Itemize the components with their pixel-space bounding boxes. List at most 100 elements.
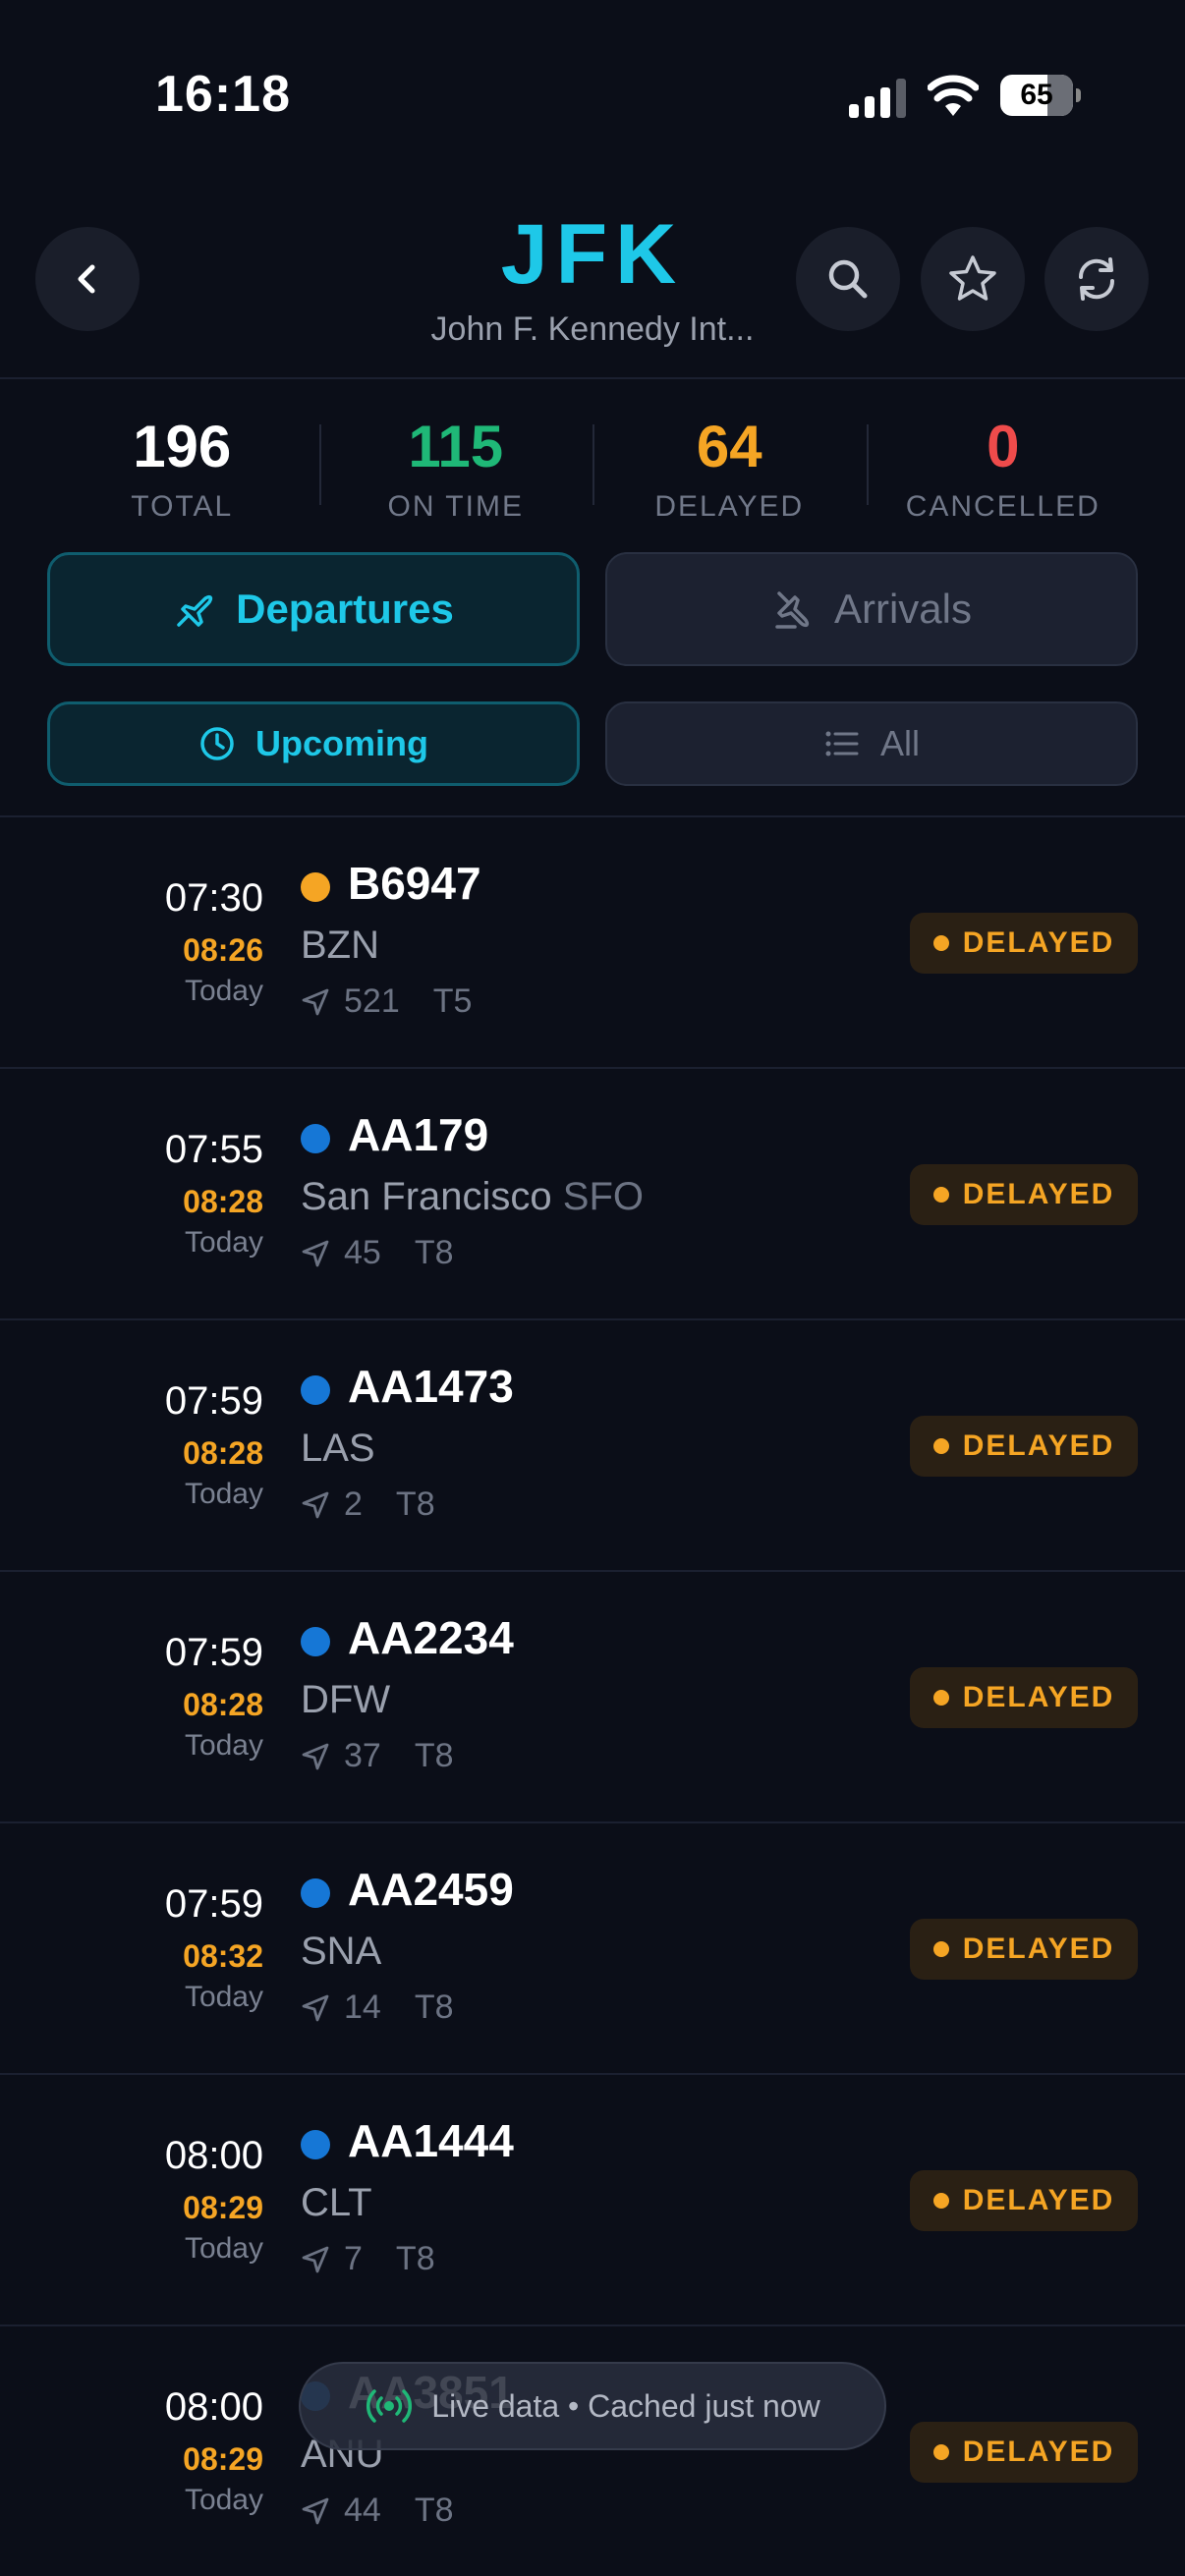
flight-row[interactable]: 07:59 08:32 Today AA2459 SNA 14 T8 DELAYED	[0, 1823, 1185, 2075]
stat-delayed: 64 DELAYED	[592, 405, 867, 531]
stat-label: TOTAL	[131, 490, 234, 523]
destination: San Francisco SFO	[301, 1175, 644, 1219]
navigation-arrow-icon	[302, 1994, 329, 2021]
flight-meta: 45 T8	[301, 1234, 454, 1272]
terminal: T8	[414, 1737, 454, 1774]
status-dot	[932, 935, 949, 951]
flight-row[interactable]: 08:00 08:29 Today AA1444 CLT 7 T8 DELAYED	[0, 2075, 1185, 2326]
scheduled-time: 07:59	[164, 1379, 263, 1423]
battery-level: 65	[1020, 79, 1053, 111]
terminal: T8	[414, 1988, 454, 2026]
destination-city: LAS	[301, 1427, 375, 1470]
terminal: T8	[414, 2492, 454, 2529]
estimated-time: 08:28	[183, 1687, 263, 1722]
status-text: DELAYED	[962, 1681, 1115, 1713]
flight-row[interactable]: 07:59 08:28 Today AA2234 DFW 37 T8 DELAYED	[0, 1572, 1185, 1823]
scheduled-time: 07:59	[164, 1882, 263, 1926]
filter-all[interactable]: All	[605, 701, 1138, 786]
status-dot	[932, 1690, 949, 1706]
stat-value: 196	[133, 414, 232, 479]
stat-value: 115	[408, 414, 504, 479]
flight-meta: 14 T8	[301, 1988, 454, 2027]
terminal: T8	[414, 1234, 454, 1271]
estimated-time: 08:32	[183, 1938, 263, 1974]
navigation-arrow-icon	[302, 988, 329, 1015]
stat-label: DELAYED	[654, 490, 805, 523]
destination-city: San Francisco	[301, 1175, 552, 1218]
flight-meta: 521 T5	[301, 982, 472, 1021]
scheduled-time: 07:30	[164, 876, 263, 920]
flight-number: AA2234	[348, 1612, 514, 1663]
status-time: 16:18	[155, 66, 291, 123]
status-badge: DELAYED	[910, 2170, 1138, 2231]
airline-dot	[301, 872, 330, 902]
search-icon	[828, 259, 868, 299]
cellular-signal-icon	[849, 79, 906, 118]
scheduled-time: 07:59	[164, 1631, 263, 1674]
gate-number: 37	[344, 1737, 381, 1774]
flight-row[interactable]: 07:30 08:26 Today B6947 BZN 521 T5 DELAYED	[0, 817, 1185, 1069]
tab-departures-label: Departures	[236, 586, 454, 632]
wifi-icon	[928, 75, 979, 116]
status-dot	[932, 1438, 949, 1454]
destination: BZN	[301, 924, 379, 968]
flight-meta: 7 T8	[301, 2240, 435, 2278]
back-button[interactable]	[35, 227, 140, 331]
stat-label: ON TIME	[387, 490, 524, 523]
stat-value: 0	[987, 414, 1020, 479]
status-text: DELAYED	[962, 2436, 1115, 2468]
scheduled-time: 08:00	[164, 2385, 263, 2429]
search-button[interactable]	[796, 227, 900, 331]
status-text: DELAYED	[962, 1178, 1115, 1210]
tab-arrivals[interactable]: Arrivals	[605, 552, 1138, 666]
refresh-button[interactable]	[1044, 227, 1149, 331]
flight-number: AA179	[348, 1109, 489, 1160]
airline-dot	[301, 1124, 330, 1153]
airline-dot	[301, 2130, 330, 2159]
stat-total: 196 TOTAL	[45, 405, 319, 531]
status-badge: DELAYED	[910, 913, 1138, 974]
favorite-button[interactable]	[921, 227, 1025, 331]
navigation-arrow-icon	[302, 1743, 329, 1769]
battery-icon: 65	[1000, 75, 1081, 116]
destination: LAS	[301, 1427, 375, 1471]
gate-number: 2	[344, 1485, 363, 1523]
flight-number: AA1473	[348, 1361, 514, 1412]
status-text: DELAYED	[962, 926, 1115, 959]
destination: SNA	[301, 1930, 381, 1974]
flight-meta: 2 T8	[301, 1485, 435, 1524]
flight-row[interactable]: 07:59 08:28 Today AA1473 LAS 2 T8 DELAYED	[0, 1320, 1185, 1572]
plane-departure-icon	[177, 594, 213, 627]
star-icon	[949, 255, 996, 301]
broadcast-icon	[367, 2389, 413, 2423]
flight-day: Today	[184, 1981, 263, 2013]
airport-code: JFK	[500, 207, 685, 302]
clock-icon	[200, 727, 234, 760]
status-bar: 16:18 65	[0, 0, 1185, 187]
navigation-arrow-icon	[302, 2246, 329, 2272]
flight-day: Today	[184, 1226, 263, 1259]
gate-number: 14	[344, 1988, 381, 2026]
destination: CLT	[301, 2181, 372, 2225]
stat-cancelled: 0 CANCELLED	[866, 405, 1141, 531]
estimated-time: 08:29	[183, 2190, 263, 2225]
flight-list: 07:30 08:26 Today B6947 BZN 521 T5 DELAYED 07:55…	[0, 815, 1185, 2576]
refresh-icon	[1078, 257, 1115, 301]
status-badge: DELAYED	[910, 2422, 1138, 2483]
filter-upcoming[interactable]: Upcoming	[47, 701, 580, 786]
filter-upcoming-label: Upcoming	[255, 723, 428, 763]
status-text: DELAYED	[962, 1932, 1115, 1965]
terminal: T5	[432, 982, 473, 1020]
tab-departures[interactable]: Departures	[47, 552, 580, 666]
flight-day: Today	[184, 1478, 263, 1510]
flight-row[interactable]: 07:55 08:28 Today AA179 San Francisco SFO 45 T…	[0, 1069, 1185, 1320]
plane-arrival-icon	[775, 591, 810, 629]
gate-number: 44	[344, 2492, 381, 2529]
destination: DFW	[301, 1678, 390, 1722]
terminal: T8	[395, 2240, 435, 2277]
airline-dot	[301, 1375, 330, 1405]
navigation-arrow-icon	[302, 1240, 329, 1266]
tab-arrivals-label: Arrivals	[833, 586, 972, 632]
stat-value: 64	[696, 414, 762, 479]
destination-city: DFW	[301, 1678, 391, 1721]
